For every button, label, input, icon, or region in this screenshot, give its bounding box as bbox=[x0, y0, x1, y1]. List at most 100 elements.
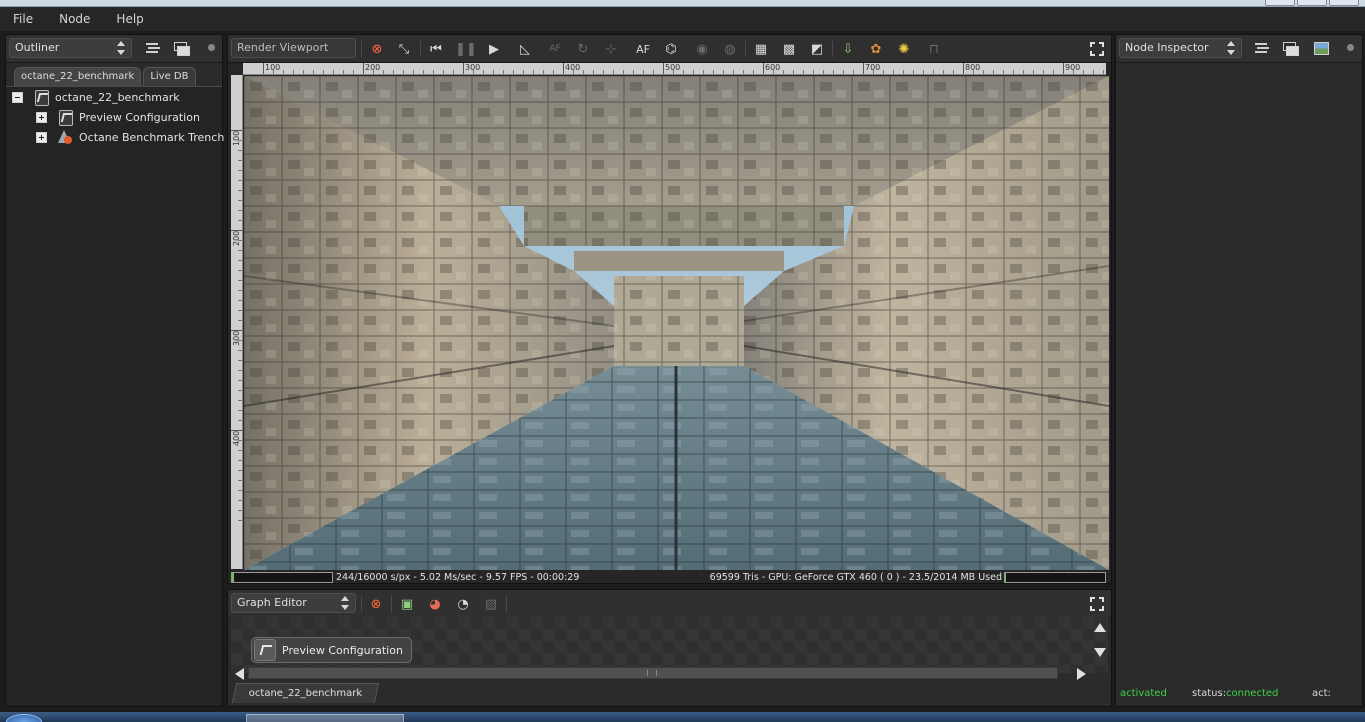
minimize-button[interactable] bbox=[1265, 0, 1295, 6]
start-button[interactable] bbox=[6, 714, 42, 722]
start-render-icon[interactable]: ▶ bbox=[485, 40, 503, 58]
focus-picker-icon[interactable]: ⊹ bbox=[602, 40, 620, 58]
render-viewport-select[interactable]: Render Viewport bbox=[231, 38, 356, 58]
ruler-v-label: 400 bbox=[232, 430, 241, 446]
ruler-h-minor-tick bbox=[653, 70, 654, 74]
graph-tab-label: octane_22_benchmark bbox=[248, 688, 363, 699]
ruler-h-minor-tick bbox=[473, 70, 474, 74]
ruler-v-minor-tick bbox=[238, 400, 242, 401]
float-panel-icon[interactable] bbox=[1282, 40, 1299, 56]
ruler-h-minor-tick bbox=[983, 70, 984, 74]
white-balance-icon[interactable]: ◍ bbox=[721, 40, 739, 58]
light-tool-icon[interactable]: ✺ bbox=[895, 40, 913, 58]
rotate-tool-icon[interactable]: ↻ bbox=[574, 40, 592, 58]
add-material-icon[interactable]: ◕ bbox=[426, 595, 444, 613]
restart-render-icon[interactable]: ⏮ bbox=[427, 40, 445, 58]
ruler-v-minor-tick bbox=[238, 200, 242, 201]
camera-tool-icon[interactable]: ◺ bbox=[516, 40, 534, 58]
taskbar-app-octane[interactable] bbox=[246, 714, 404, 722]
render-image[interactable] bbox=[244, 76, 1109, 570]
expand-icon[interactable] bbox=[36, 131, 47, 143]
ruler-h-minor-tick bbox=[283, 70, 284, 74]
node-inspector-select[interactable]: Node Inspector bbox=[1119, 38, 1242, 58]
outliner-panel-select[interactable]: Outliner bbox=[9, 38, 132, 58]
ruler-v-minor-tick bbox=[238, 380, 242, 381]
ruler-v-minor-tick bbox=[238, 210, 242, 211]
stop-render-icon[interactable]: ⊗ bbox=[368, 40, 386, 58]
ruler-h-minor-tick bbox=[623, 70, 624, 74]
ruler-h-minor-tick bbox=[873, 70, 874, 74]
ruler-v-minor-tick bbox=[238, 340, 242, 341]
ruler-h-minor-tick bbox=[1083, 70, 1084, 74]
fit-region-icon[interactable]: ⤡ bbox=[395, 40, 413, 58]
collapse-all-icon[interactable] bbox=[145, 40, 161, 56]
tab-scene[interactable]: octane_22_benchmark bbox=[14, 67, 142, 86]
scroll-down-arrow-icon[interactable] bbox=[1094, 648, 1106, 657]
panel-options-icon[interactable] bbox=[204, 40, 220, 56]
node-graph-canvas[interactable]: Preview Configuration bbox=[231, 617, 1108, 673]
ruler-h-minor-tick bbox=[673, 70, 674, 74]
save-render-icon[interactable]: ⇩ bbox=[839, 40, 857, 58]
scroll-left-arrow-icon[interactable] bbox=[235, 668, 244, 680]
ruler-h-minor-tick bbox=[883, 70, 884, 74]
ruler-v-minor-tick bbox=[238, 300, 242, 301]
ruler-h-minor-tick bbox=[343, 70, 344, 74]
tab-graph-root[interactable]: octane_22_benchmark bbox=[231, 683, 380, 703]
color-picker-icon[interactable]: ✿ bbox=[867, 40, 885, 58]
ruler-v-label: 300 bbox=[232, 330, 241, 346]
delete-node-icon[interactable]: ⊗ bbox=[367, 595, 385, 613]
tab-live-db[interactable]: Live DB bbox=[143, 67, 196, 86]
scrollbar-grip[interactable] bbox=[647, 670, 657, 676]
autofocus-off-icon[interactable]: AF bbox=[546, 40, 564, 58]
ruler-v-minor-tick bbox=[238, 280, 242, 281]
scroll-up-arrow-icon[interactable] bbox=[1094, 623, 1106, 632]
autofocus-icon[interactable]: AF bbox=[634, 40, 652, 58]
clear-region-icon[interactable]: ◩ bbox=[808, 40, 826, 58]
ruler-h-minor-tick bbox=[393, 70, 394, 74]
material-picker-icon[interactable]: ⌬ bbox=[662, 40, 680, 58]
menu-file[interactable]: File bbox=[13, 12, 33, 26]
fullscreen-icon[interactable] bbox=[1090, 42, 1104, 56]
horizontal-ruler: 100 200 300 400 500 600 700 800 900 bbox=[243, 63, 1106, 75]
ruler-v-minor-tick bbox=[238, 490, 242, 491]
ruler-h-minor-tick bbox=[573, 70, 574, 74]
expand-icon[interactable] bbox=[36, 111, 47, 123]
tree-item-root[interactable]: octane_22_benchmark bbox=[12, 87, 180, 107]
cleanup-graph-icon[interactable]: ▨ bbox=[482, 595, 500, 613]
tree-item-preview-configuration[interactable]: Preview Configuration bbox=[36, 107, 200, 127]
graph-editor-select[interactable]: Graph Editor bbox=[231, 593, 356, 613]
collapse-icon[interactable] bbox=[12, 91, 23, 103]
tree-item-benchmark-trench[interactable]: Octane Benchmark Trench (CL bbox=[36, 127, 246, 147]
ruler-h-minor-tick bbox=[953, 70, 954, 74]
panel-options-icon[interactable] bbox=[1343, 40, 1359, 56]
os-window-titlebar bbox=[0, 0, 1365, 7]
ruler-h-minor-tick bbox=[1013, 70, 1014, 74]
object-picker-icon[interactable]: ◉ bbox=[693, 40, 711, 58]
menu-node[interactable]: Node bbox=[59, 12, 90, 26]
float-panel-icon[interactable] bbox=[173, 40, 190, 56]
graph-node-preview-configuration[interactable]: Preview Configuration bbox=[251, 637, 412, 663]
add-texture-icon[interactable]: ◔ bbox=[454, 595, 472, 613]
horizontal-scrollbar[interactable] bbox=[248, 667, 1058, 679]
menu-help[interactable]: Help bbox=[116, 12, 143, 26]
lock-icon[interactable]: ⊓ bbox=[925, 40, 943, 58]
maximize-button[interactable] bbox=[1297, 0, 1327, 6]
ruler-v-minor-tick bbox=[238, 410, 242, 411]
region-render-icon[interactable]: ▦ bbox=[752, 40, 770, 58]
scroll-right-arrow-icon[interactable] bbox=[1077, 668, 1086, 680]
ruler-h-minor-tick bbox=[603, 70, 604, 74]
ruler-v-minor-tick bbox=[238, 270, 242, 271]
ruler-h-minor-tick bbox=[513, 70, 514, 74]
render-viewport-panel: Render Viewport ⊗ ⤡ ⏮ ❚❚ ▶ ◺ AF ↻ ⊹ AF ⌬… bbox=[227, 34, 1112, 584]
pause-render-icon[interactable]: ❚❚ bbox=[455, 40, 477, 58]
ruler-h-minor-tick bbox=[753, 70, 754, 74]
ruler-h-minor-tick bbox=[543, 70, 544, 74]
image-preview-icon[interactable] bbox=[1313, 40, 1329, 56]
activation-state: activated bbox=[1120, 688, 1167, 699]
close-button[interactable] bbox=[1329, 0, 1359, 6]
fullscreen-icon[interactable] bbox=[1090, 597, 1104, 611]
film-region-icon[interactable]: ▩ bbox=[780, 40, 798, 58]
ruler-h-minor-tick bbox=[333, 70, 334, 74]
collapse-all-icon[interactable] bbox=[1254, 40, 1270, 56]
add-node-icon[interactable]: ▣ bbox=[398, 595, 416, 613]
